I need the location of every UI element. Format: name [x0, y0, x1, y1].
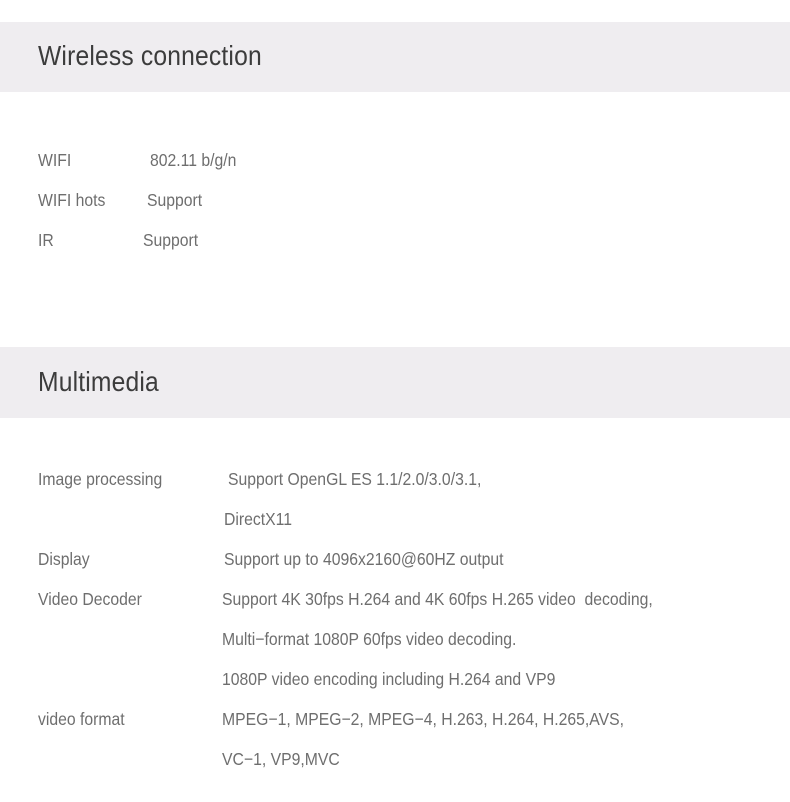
spec-value: Support: [147, 190, 203, 210]
spec-value: Support OpenGL ES 1.1/2.0/3.0/3.1,: [228, 469, 482, 489]
spec-row-continuation: 1080P video encoding including H.264 and…: [0, 659, 790, 699]
spec-table-wireless-connection: WIFI 802.11 b/g/n WIFI hots Support IR S…: [0, 140, 790, 260]
spec-row-continuation: DirectX11: [0, 499, 790, 539]
spec-value: Support: [143, 230, 199, 250]
spec-row-continuation: Multi−format 1080P 60fps video decoding.: [0, 619, 790, 659]
spec-row: IR Support: [0, 220, 790, 260]
spec-value: Support up to 4096x2160@60HZ output: [224, 549, 504, 569]
section-title-multimedia: Multimedia: [38, 366, 159, 397]
section-title-wireless-connection: Wireless connection: [38, 40, 262, 71]
spec-row: WIFI 802.11 b/g/n: [0, 140, 790, 180]
spec-value-line: DirectX11: [224, 509, 292, 529]
spec-row: Image processing Support OpenGL ES 1.1/2…: [0, 459, 790, 499]
spec-label: Display: [38, 549, 90, 569]
spec-row: Video Decoder Support 4K 30fps H.264 and…: [0, 579, 790, 619]
spec-label: IR: [38, 230, 54, 250]
spec-value-line: VC−1, VP9,MVC: [222, 749, 340, 769]
spec-label: WIFI hots: [38, 190, 106, 210]
spec-row-continuation: VC−1, VP9,MVC: [0, 739, 790, 779]
spec-row: video format MPEG−1, MPEG−2, MPEG−4, H.2…: [0, 699, 790, 739]
spec-row: Display Support up to 4096x2160@60HZ out…: [0, 539, 790, 579]
spec-sheet-page: Wireless connection WIFI 802.11 b/g/n WI…: [0, 0, 790, 802]
spec-row: WIFI hots Support: [0, 180, 790, 220]
spec-value-line: 1080P video encoding including H.264 and…: [222, 669, 556, 689]
spec-value: MPEG−1, MPEG−2, MPEG−4, H.263, H.264, H.…: [222, 709, 624, 729]
spec-label: WIFI: [38, 150, 72, 170]
spec-value-line: Multi−format 1080P 60fps video decoding.: [222, 629, 517, 649]
spec-label: video format: [38, 709, 125, 729]
spec-table-multimedia: Image processing Support OpenGL ES 1.1/2…: [0, 459, 790, 779]
spec-label: Image processing: [38, 469, 163, 489]
section-header-multimedia: Multimedia: [0, 347, 790, 418]
spec-value: 802.11 b/g/n: [150, 150, 237, 170]
section-header-wireless-connection: Wireless connection: [0, 22, 790, 92]
spec-value: Support 4K 30fps H.264 and 4K 60fps H.26…: [222, 589, 653, 609]
spec-label: Video Decoder: [38, 589, 142, 609]
